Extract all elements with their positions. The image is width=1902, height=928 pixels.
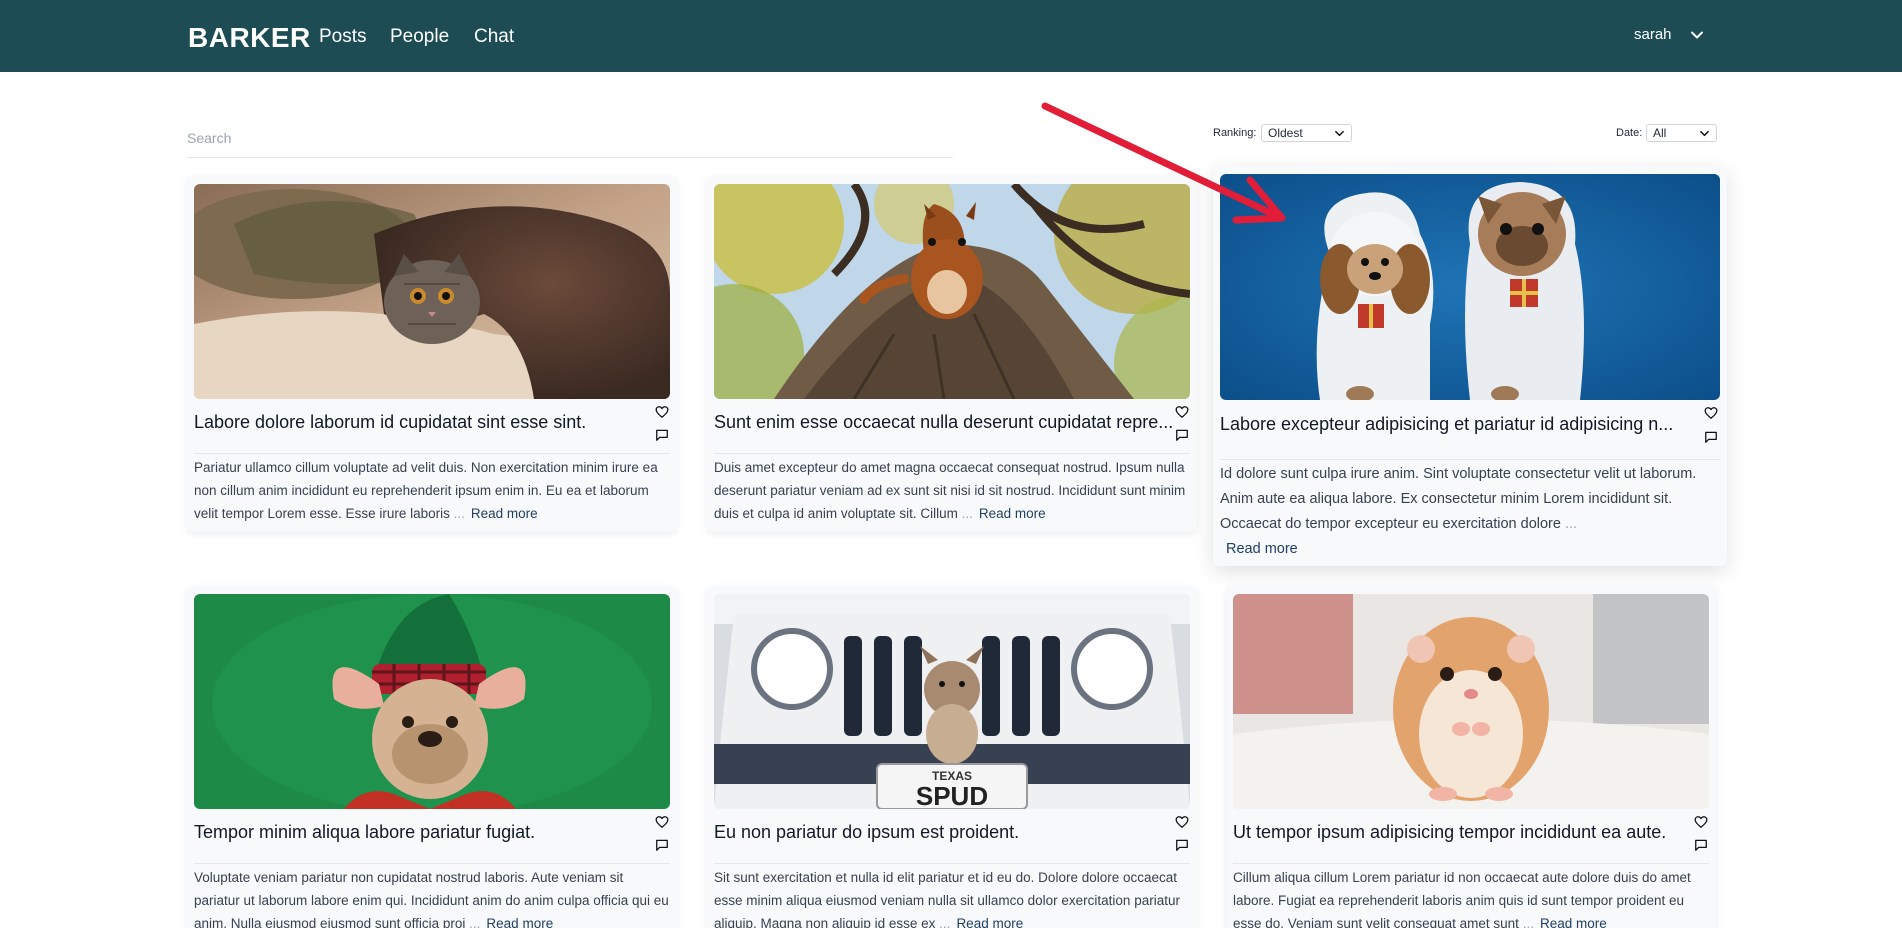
hamster-photo	[1233, 594, 1709, 809]
divider	[1233, 863, 1709, 864]
heart-icon[interactable]	[1694, 815, 1708, 829]
post-image-hamster[interactable]	[1233, 594, 1709, 809]
ranking-select[interactable]: Oldest	[1261, 124, 1352, 142]
ellipsis: ...	[453, 506, 465, 521]
divider	[714, 453, 1190, 454]
heart-icon[interactable]	[1704, 406, 1718, 420]
brand-logo[interactable]: BARKER	[188, 22, 311, 54]
nav-posts[interactable]: Posts	[319, 26, 367, 48]
post-excerpt: Id dolore sunt culpa irure anim. Sint vo…	[1220, 462, 1720, 562]
ellipsis: ...	[1522, 916, 1534, 928]
squirrel-photo	[714, 184, 1190, 399]
search-input[interactable]	[187, 118, 953, 158]
comment-icon[interactable]	[1694, 838, 1708, 852]
comment-icon[interactable]	[655, 838, 669, 852]
comment-icon[interactable]	[1175, 428, 1189, 442]
chevron-down-icon	[1690, 31, 1703, 38]
heart-icon[interactable]	[1175, 405, 1189, 419]
read-more-link[interactable]: Read more	[486, 916, 553, 928]
ranking-value: Oldest	[1268, 126, 1303, 140]
post-title[interactable]: Labore excepteur adipisicing et pariatur…	[1220, 414, 1700, 435]
heart-icon[interactable]	[655, 405, 669, 419]
plate-text: SPUD	[916, 781, 988, 809]
user-menu[interactable]: sarah	[1634, 26, 1704, 43]
date-select[interactable]: All	[1646, 124, 1717, 142]
post-title[interactable]: Sunt enim esse occaecat nulla deserunt c…	[714, 412, 1174, 433]
post-excerpt: Cillum aliqua cillum Lorem pariatur id n…	[1233, 866, 1711, 928]
excerpt-text: Id dolore sunt culpa irure anim. Sint vo…	[1220, 466, 1697, 532]
post-card[interactable]: Labore dolore laborum id cupidatat sint …	[187, 176, 677, 532]
post-title[interactable]: Tempor minim aliqua labore pariatur fugi…	[194, 822, 654, 843]
post-excerpt: Sit sunt exercitation et nulla id elit p…	[714, 866, 1192, 928]
ranking-label: Ranking:	[1213, 127, 1257, 139]
post-image-cat[interactable]	[194, 184, 670, 399]
divider	[194, 863, 670, 864]
post-image-squirrel[interactable]	[714, 184, 1190, 399]
post-title[interactable]: Ut tempor ipsum adipisicing tempor incid…	[1233, 822, 1693, 843]
post-card[interactable]: Sunt enim esse occaecat nulla deserunt c…	[707, 176, 1197, 532]
post-title[interactable]: Eu non pariatur do ipsum est proident.	[714, 822, 1174, 843]
divider	[1220, 459, 1720, 460]
ellipsis: ...	[1564, 516, 1578, 532]
read-more-link[interactable]: Read more	[1540, 916, 1607, 928]
heart-icon[interactable]	[1175, 815, 1189, 829]
excerpt-text: Pariatur ullamco cillum voluptate ad vel…	[194, 460, 658, 521]
excerpt-text: Duis amet excepteur do amet magna occaec…	[714, 460, 1186, 521]
username: sarah	[1634, 26, 1672, 43]
comment-icon[interactable]	[655, 428, 669, 442]
post-image-dogs[interactable]	[1220, 174, 1720, 400]
top-navbar: BARKER Posts People Chat sarah	[0, 0, 1902, 72]
read-more-link[interactable]: Read more	[956, 916, 1023, 928]
read-more-link[interactable]: Read more	[1226, 541, 1298, 557]
dogs-photo	[1220, 174, 1720, 400]
read-more-link[interactable]: Read more	[979, 506, 1046, 521]
post-card-featured[interactable]: Labore excepteur adipisicing et pariatur…	[1213, 166, 1727, 566]
jeep-photo: TEXAS SPUD	[714, 594, 1190, 809]
comment-icon[interactable]	[1704, 430, 1718, 444]
post-card[interactable]: Ut tempor ipsum adipisicing tempor incid…	[1226, 586, 1716, 928]
ellipsis: ...	[469, 916, 481, 928]
nav-people[interactable]: People	[390, 26, 449, 48]
heart-icon[interactable]	[655, 815, 669, 829]
chevron-down-icon	[1700, 130, 1709, 136]
divider	[714, 863, 1190, 864]
ellipsis: ...	[939, 916, 951, 928]
comment-icon[interactable]	[1175, 838, 1189, 852]
excerpt-text: Cillum aliqua cillum Lorem pariatur id n…	[1233, 870, 1691, 928]
cat-photo	[194, 184, 670, 399]
date-label: Date:	[1616, 127, 1643, 139]
read-more-link[interactable]: Read more	[471, 506, 538, 521]
bulldog-elf-photo	[194, 594, 670, 809]
date-value: All	[1653, 126, 1667, 140]
ellipsis: ...	[961, 506, 973, 521]
post-excerpt: Duis amet excepteur do amet magna occaec…	[714, 456, 1192, 528]
post-title[interactable]: Labore dolore laborum id cupidatat sint …	[194, 412, 654, 433]
post-card[interactable]: Tempor minim aliqua labore pariatur fugi…	[187, 586, 677, 928]
chevron-down-icon	[1335, 130, 1344, 136]
excerpt-text: Voluptate veniam pariatur non cupidatat …	[194, 870, 669, 928]
post-excerpt: Pariatur ullamco cillum voluptate ad vel…	[194, 456, 672, 528]
post-image-bulldog-elf[interactable]	[194, 594, 670, 809]
post-card[interactable]: TEXAS SPUD Eu non pariatur do ipsum est …	[707, 586, 1197, 928]
post-excerpt: Voluptate veniam pariatur non cupidatat …	[194, 866, 672, 928]
nav-chat[interactable]: Chat	[474, 26, 514, 48]
divider	[194, 453, 670, 454]
post-image-jeep[interactable]: TEXAS SPUD	[714, 594, 1190, 809]
